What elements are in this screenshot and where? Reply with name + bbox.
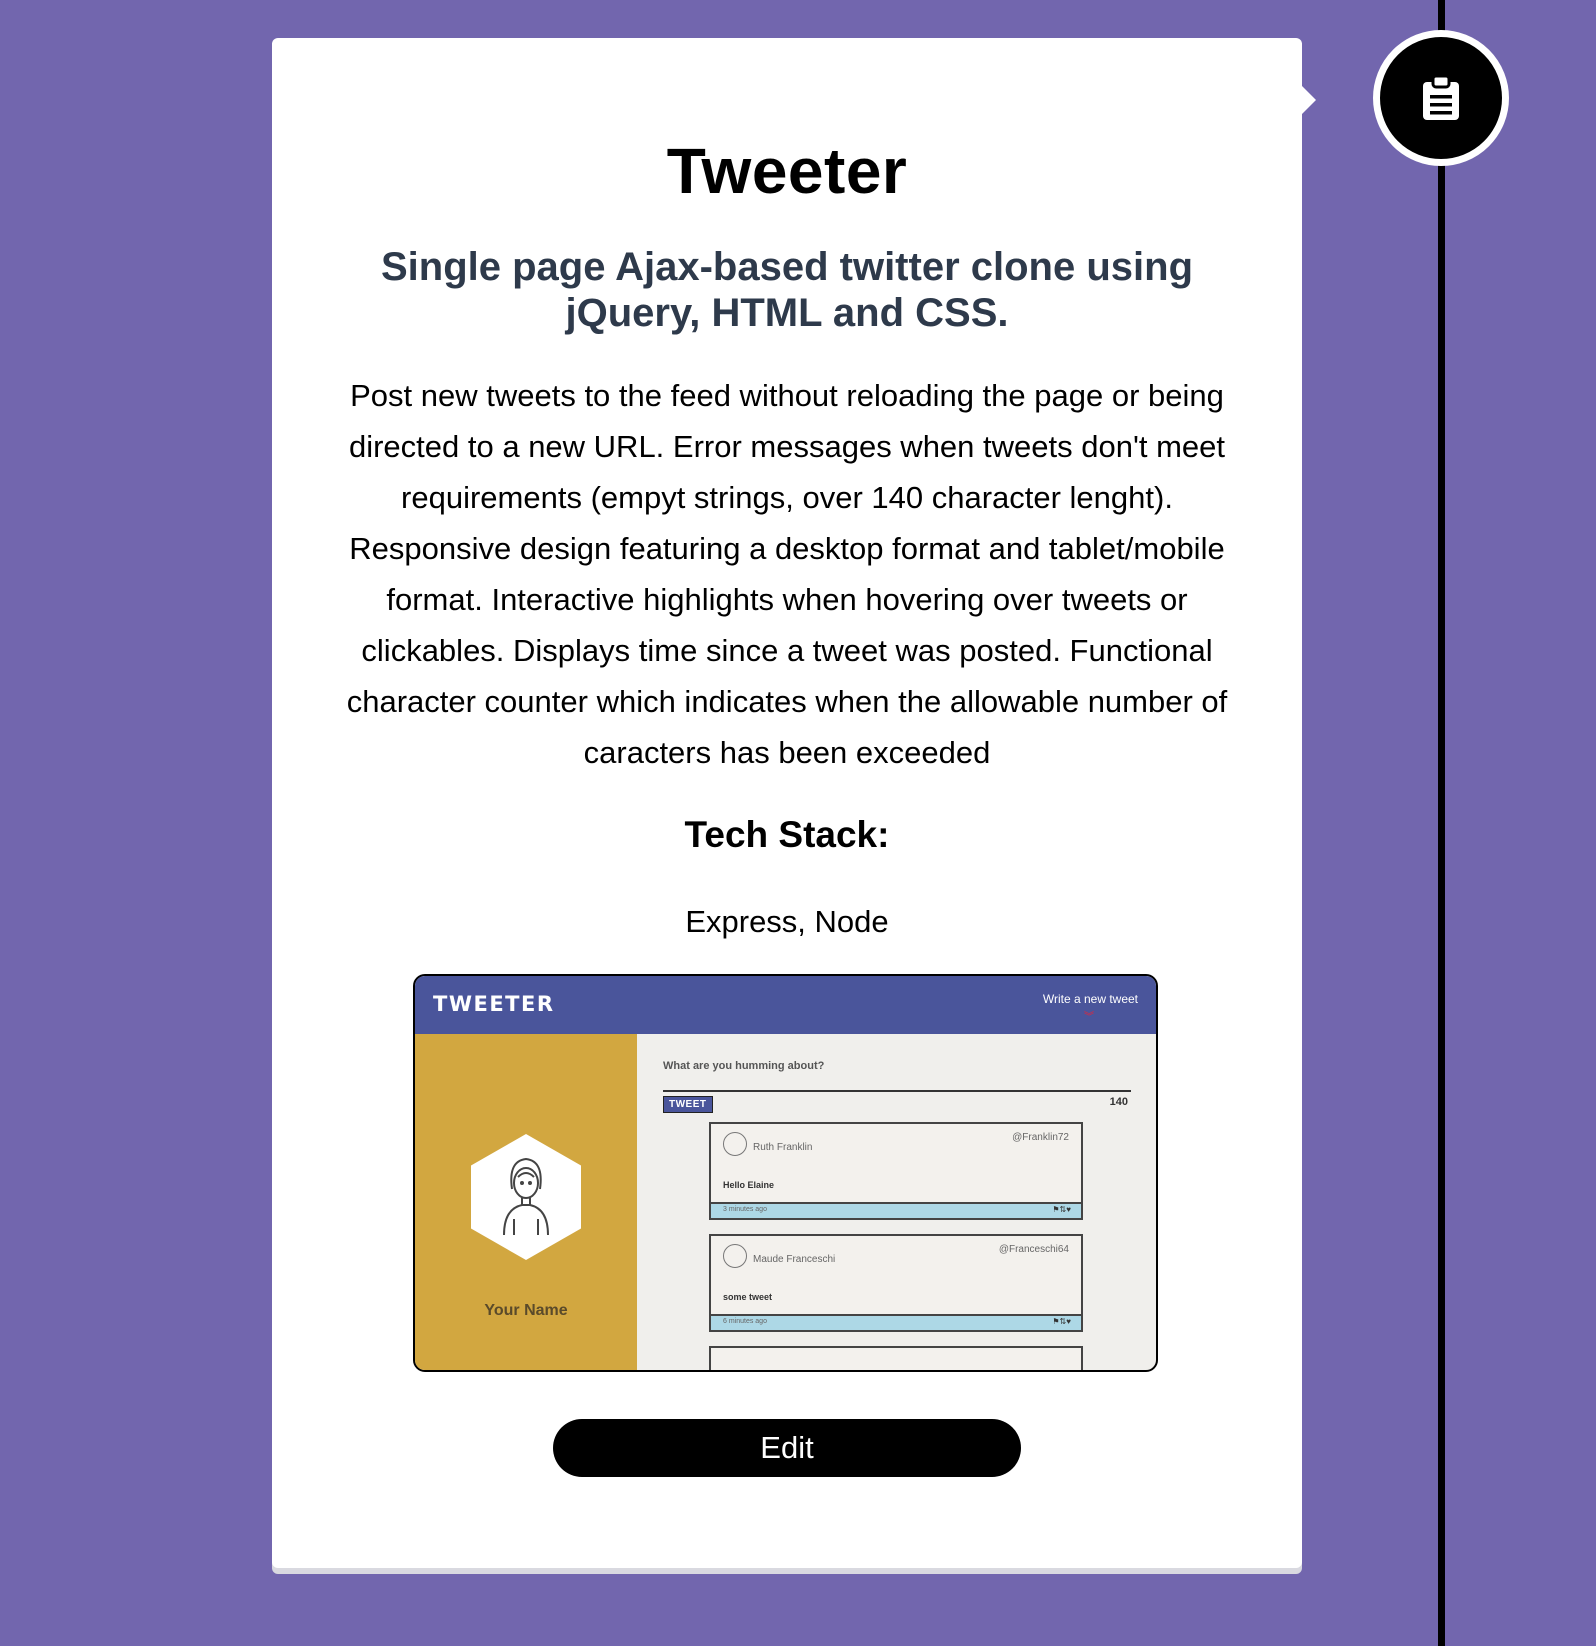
screenshot-profile-name: Your Name bbox=[484, 1302, 568, 1319]
tweet-handle: @Franceschi64 bbox=[998, 1244, 1069, 1255]
clipboard-icon bbox=[1423, 76, 1459, 120]
screenshot-compose-prompt: What are you humming about? bbox=[663, 1060, 825, 1072]
project-subtitle: Single page Ajax-based twitter clone usi… bbox=[380, 245, 1193, 335]
tweet-timestamp: 6 minutes ago bbox=[723, 1318, 767, 1325]
screenshot-tweet-partial bbox=[709, 1346, 1083, 1370]
timeline-node bbox=[1373, 30, 1509, 166]
tweet-footer: 3 minutes ago ⚑⇅♥ bbox=[711, 1202, 1081, 1218]
tweet-actions-icon: ⚑⇅♥ bbox=[1052, 1317, 1071, 1326]
tweet-body: some tweet bbox=[723, 1292, 773, 1302]
project-card: Tweeter Single page Ajax-based twitter c… bbox=[272, 38, 1302, 1568]
screenshot-brand: TWEETER bbox=[433, 992, 555, 1016]
screenshot-tweet: Ruth Franklin @Franklin72 Hello Elaine 3… bbox=[709, 1122, 1083, 1220]
project-description: Post new tweets to the feed without relo… bbox=[346, 378, 1228, 770]
tweet-author-name: Maude Franceschi bbox=[753, 1254, 836, 1265]
screenshot-feed: What are you humming about? TWEET 140 Ru… bbox=[637, 1034, 1156, 1370]
tweet-avatar-icon bbox=[723, 1132, 747, 1156]
double-chevron-down-icon: ︾ bbox=[1084, 1012, 1094, 1023]
tweet-body: Hello Elaine bbox=[723, 1180, 775, 1190]
tweet-timestamp: 3 minutes ago bbox=[723, 1206, 767, 1213]
timeline-line bbox=[1438, 0, 1445, 1646]
screenshot-tweet-button: TWEET bbox=[663, 1096, 713, 1113]
tweet-actions-icon: ⚑⇅♥ bbox=[1052, 1205, 1071, 1214]
screenshot-navbar: TWEETER Write a new tweet ︾ bbox=[415, 976, 1156, 1034]
tech-stack-list: Express, Node bbox=[685, 904, 889, 939]
tweet-footer: 6 minutes ago ⚑⇅♥ bbox=[711, 1314, 1081, 1330]
tweet-handle: @Franklin72 bbox=[1012, 1132, 1069, 1143]
screenshot-char-counter: 140 bbox=[1109, 1096, 1128, 1108]
person-icon bbox=[503, 1157, 549, 1236]
screenshot-profile-sidebar: Your Name bbox=[415, 1034, 637, 1370]
tech-stack-heading: Tech Stack: bbox=[684, 814, 890, 855]
tweet-avatar-icon bbox=[723, 1244, 747, 1268]
tweet-author-name: Ruth Franklin bbox=[753, 1142, 813, 1153]
profile-avatar bbox=[471, 1134, 581, 1260]
edit-button[interactable]: Edit bbox=[553, 1419, 1021, 1477]
screenshot-compose-link: Write a new tweet bbox=[1042, 992, 1138, 1006]
project-screenshot: TWEETER Write a new tweet ︾ Your Name Wh… bbox=[413, 974, 1158, 1372]
screenshot-compose-input bbox=[663, 1090, 1131, 1092]
project-title: Tweeter bbox=[666, 135, 908, 207]
screenshot-tweet: Maude Franceschi @Franceschi64 some twee… bbox=[709, 1234, 1083, 1332]
card-pointer bbox=[1302, 86, 1316, 114]
